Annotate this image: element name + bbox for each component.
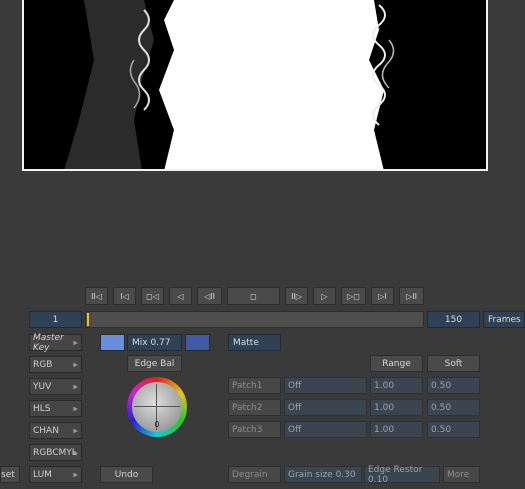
edge-restor-field[interactable]: Edge Restor 0.10 — [364, 465, 440, 485]
start-frame-field[interactable]: 1 — [29, 311, 82, 328]
color-swatch-left[interactable] — [100, 334, 125, 351]
edge-bal-button[interactable]: Edge Bal — [127, 355, 182, 372]
matte-button[interactable]: Matte — [228, 334, 281, 351]
sidebar-item-master-key[interactable]: Master Key ▶ — [29, 333, 82, 353]
patch1-button[interactable]: Patch1 — [228, 377, 281, 394]
range-button[interactable]: Range — [370, 355, 423, 372]
degrain-button[interactable]: Degrain — [228, 466, 281, 483]
sidebar-item-hls[interactable]: HLS ▶ — [29, 400, 82, 417]
step-backward-button[interactable]: ◁II — [197, 287, 222, 305]
color-wheel-center[interactable]: 0 — [132, 382, 182, 432]
sidebar-item-lum[interactable]: LUM ▶ — [29, 466, 82, 483]
end-frame-field[interactable]: 150 — [427, 311, 480, 328]
undo-button[interactable]: Undo — [100, 466, 153, 483]
timeline-scrubber[interactable] — [85, 311, 424, 328]
patch1-state[interactable]: Off — [284, 377, 367, 394]
patch2-range[interactable]: 1.00 — [370, 399, 423, 416]
play-backward-button[interactable]: ◁ — [169, 287, 192, 305]
playhead-marker[interactable] — [87, 313, 89, 326]
go-to-end-button[interactable]: ▷II — [399, 287, 424, 305]
crosshair-horizontal — [134, 406, 180, 407]
patch3-soft[interactable]: 0.50 — [427, 421, 480, 438]
patch3-button[interactable]: Patch3 — [228, 421, 281, 438]
patch3-range[interactable]: 1.00 — [370, 421, 423, 438]
sidebar-item-label: YUV — [33, 381, 52, 392]
chevron-right-icon: ▶ — [73, 427, 78, 434]
sidebar-item-chan[interactable]: CHAN ▶ — [29, 422, 82, 439]
chevron-right-icon: ▶ — [73, 405, 78, 412]
chevron-right-icon: ▶ — [73, 339, 78, 346]
patch3-state[interactable]: Off — [284, 421, 367, 438]
play-backward-loop-button[interactable]: ◻◁ — [141, 287, 164, 305]
sidebar-item-rgbcmyl[interactable]: RGBCMYL ▶ — [29, 444, 82, 461]
go-to-start-button[interactable]: II◁ — [85, 287, 108, 305]
mix-slider[interactable]: Mix 0.77 — [127, 334, 182, 351]
frames-units-button[interactable]: Frames — [483, 311, 525, 328]
sidebar-item-label: RGBCMYL — [33, 447, 77, 458]
sidebar-item-label: LUM — [33, 469, 52, 480]
sidebar-item-label: RGB — [33, 359, 53, 370]
matte-viewer[interactable] — [22, 0, 488, 171]
matte-preview-image — [24, 0, 486, 169]
step-forward-button[interactable]: II▷ — [285, 287, 308, 305]
patch2-button[interactable]: Patch2 — [228, 399, 281, 416]
grain-size-field[interactable]: Grain size 0.30 — [284, 466, 362, 483]
sidebar-item-rgb[interactable]: RGB ▶ — [29, 356, 82, 373]
stop-button[interactable]: ◻ — [227, 287, 280, 305]
patch1-soft[interactable]: 0.50 — [427, 377, 480, 394]
patch1-range[interactable]: 1.00 — [370, 377, 423, 394]
sidebar-item-yuv[interactable]: YUV ▶ — [29, 378, 82, 395]
color-wheel[interactable]: 0 — [127, 377, 187, 437]
chevron-right-icon: ▶ — [73, 471, 78, 478]
reset-button[interactable]: set — [0, 466, 20, 483]
play-forward-loop-button[interactable]: ▷◻ — [341, 287, 366, 305]
next-key-button[interactable]: ▷I — [371, 287, 394, 305]
soft-button[interactable]: Soft — [427, 355, 480, 372]
sidebar-item-label: CHAN — [33, 425, 59, 436]
chevron-right-icon: ▶ — [73, 383, 78, 390]
transport-bar: II◁ I◁ ◻◁ ◁ ◁II ◻ II▷ ▷ ▷◻ ▷I ▷II — [85, 287, 425, 307]
previous-key-button[interactable]: I◁ — [113, 287, 136, 305]
play-forward-button[interactable]: ▷ — [313, 287, 336, 305]
sidebar-item-label: HLS — [33, 403, 51, 414]
color-swatch-right[interactable] — [185, 334, 210, 351]
chevron-right-icon: ▶ — [73, 449, 78, 456]
patch2-soft[interactable]: 0.50 — [427, 399, 480, 416]
chevron-right-icon: ▶ — [73, 361, 78, 368]
wheel-value: 0 — [154, 420, 160, 429]
patch2-state[interactable]: Off — [284, 399, 367, 416]
more-button[interactable]: More — [443, 466, 480, 483]
